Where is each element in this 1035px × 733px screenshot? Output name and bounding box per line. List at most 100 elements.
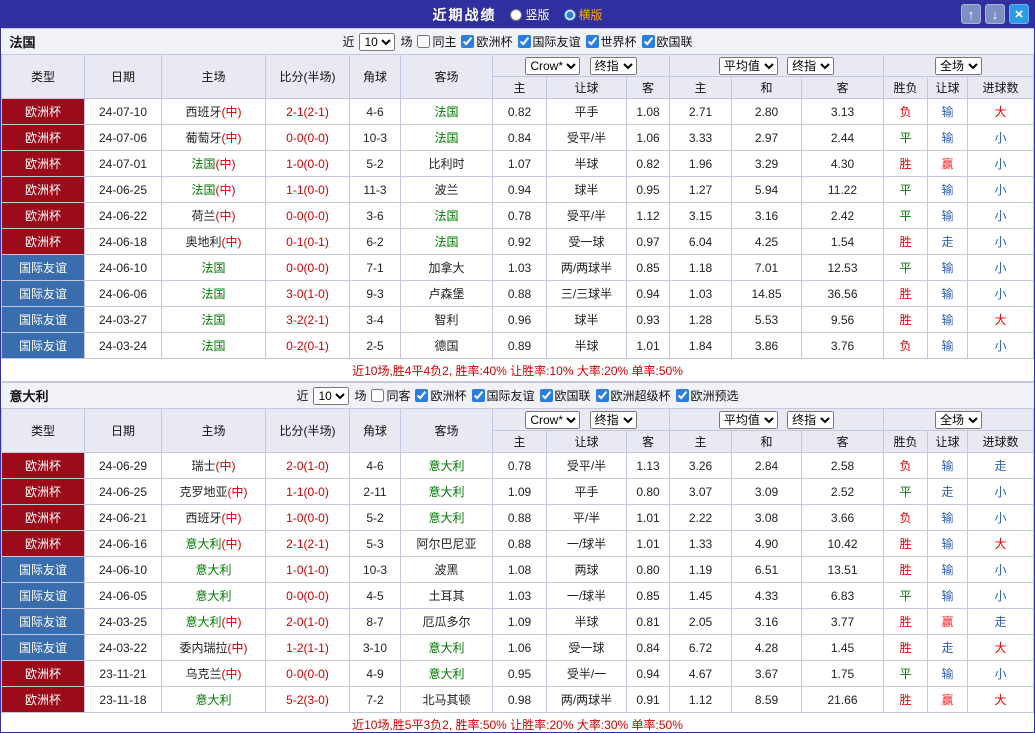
same-venue-option[interactable]: 同主: [417, 33, 456, 50]
league-filter-option[interactable]: 世界杯: [586, 33, 637, 50]
league-checkbox[interactable]: [586, 35, 599, 48]
team-name: 意大利: [185, 615, 221, 629]
euro-home-odds-cell: 1.18: [670, 255, 732, 281]
score-cell: 2-1(2-1): [266, 531, 350, 557]
euro-home-odds-cell: 1.33: [670, 531, 732, 557]
home-team-cell: 意大利(中): [162, 609, 266, 635]
goals-result-cell: 小: [968, 125, 1034, 151]
scope-group: 全场: [884, 409, 1034, 431]
same-venue-option[interactable]: 同客: [371, 387, 410, 404]
league-filter-option[interactable]: 欧洲杯: [415, 387, 466, 404]
league-checkbox[interactable]: [540, 389, 553, 402]
score-cell: 0-1(0-1): [266, 229, 350, 255]
league-checkbox[interactable]: [676, 389, 689, 402]
league-filter-option[interactable]: 国际友谊: [472, 387, 535, 404]
team-name: 法国: [434, 235, 458, 249]
euro-home-odds-cell: 2.22: [670, 505, 732, 531]
window-title: 近期战绩: [432, 5, 496, 25]
handicap-result-cell: 输: [928, 125, 968, 151]
euro-draw-odds-cell: 4.28: [732, 635, 802, 661]
layout-horizontal-option[interactable]: 横版: [564, 6, 603, 23]
match-row: 欧洲杯24-07-01法国(中)1-0(0-0)5-2比利时1.07半球0.82…: [2, 151, 1034, 177]
euro-draw-odds-cell: 5.94: [732, 177, 802, 203]
result-cell: 平: [884, 125, 928, 151]
asia-home-odds-cell: 1.08: [493, 557, 547, 583]
goals-result-cell: 小: [968, 661, 1034, 687]
asia-handicap-cell: 一/球半: [547, 531, 627, 557]
euro-odds-type-select[interactable]: 终指: [787, 57, 834, 75]
team-name: 法国: [434, 105, 458, 119]
goals-result-cell: 大: [968, 635, 1034, 661]
result-cell: 平: [884, 479, 928, 505]
away-team-cell: 北马其顿: [401, 687, 493, 713]
asia-odds-type-select[interactable]: 终指: [590, 57, 637, 75]
layout-vertical-option[interactable]: 竖版: [510, 6, 549, 23]
neutral-venue-mark: (中): [222, 235, 242, 249]
col-euro-home: 主: [670, 77, 732, 99]
scope-select[interactable]: 全场: [935, 57, 982, 75]
col-score: 比分(半场): [266, 409, 350, 453]
asia-home-odds-cell: 0.88: [493, 531, 547, 557]
col-goals-result: 进球数: [968, 431, 1034, 453]
euro-draw-odds-cell: 2.97: [732, 125, 802, 151]
league-filter-option[interactable]: 欧洲预选: [676, 387, 739, 404]
league-filter-option[interactable]: 欧国联: [642, 33, 693, 50]
league-checkbox[interactable]: [518, 35, 531, 48]
handicap-result-cell: 走: [928, 479, 968, 505]
euro-away-odds-cell: 3.77: [802, 609, 884, 635]
recent-count-select[interactable]: 10: [313, 387, 349, 405]
team-name: 意大利: [185, 537, 221, 551]
asia-away-odds-cell: 0.94: [627, 281, 670, 307]
bookmaker-select[interactable]: Crow*: [525, 57, 580, 75]
league-checkbox[interactable]: [642, 35, 655, 48]
col-home: 主场: [162, 55, 266, 99]
score-cell: 0-0(0-0): [266, 583, 350, 609]
euro-odds-type-select[interactable]: 终指: [787, 411, 834, 429]
same-venue-checkbox[interactable]: [371, 389, 384, 402]
euro-avg-select[interactable]: 平均值: [719, 411, 778, 429]
horizontal-layout-radio[interactable]: [564, 9, 576, 21]
date-cell: 24-06-16: [85, 531, 162, 557]
scroll-down-button[interactable]: ↓: [985, 4, 1005, 24]
euro-draw-odds-cell: 3.67: [732, 661, 802, 687]
corners-cell: 3-4: [350, 307, 401, 333]
league-filter-option[interactable]: 欧洲杯: [461, 33, 512, 50]
league-filters: 欧洲杯国际友谊世界杯欧国联: [461, 33, 692, 50]
col-date: 日期: [85, 55, 162, 99]
bookmaker-select[interactable]: Crow*: [525, 411, 580, 429]
home-team-cell: 法国: [162, 281, 266, 307]
goals-result-cell: 大: [968, 307, 1034, 333]
recent-count-select[interactable]: 10: [359, 33, 395, 51]
asia-odds-type-select[interactable]: 终指: [590, 411, 637, 429]
league-checkbox[interactable]: [461, 35, 474, 48]
goals-result-cell: 走: [968, 453, 1034, 479]
team-name: 厄瓜多尔: [422, 615, 470, 629]
league-filter-option[interactable]: 欧洲超级杯: [596, 387, 671, 404]
type-cell: 欧洲杯: [2, 505, 85, 531]
scroll-up-button[interactable]: ↑: [961, 4, 981, 24]
neutral-venue-mark: (中): [228, 485, 248, 499]
team-name: 委内瑞拉: [179, 641, 227, 655]
scope-select[interactable]: 全场: [935, 411, 982, 429]
asia-handicap-cell: 受平/半: [547, 453, 627, 479]
away-team-cell: 智利: [401, 307, 493, 333]
team-name: 乌克兰: [185, 667, 221, 681]
same-venue-checkbox[interactable]: [417, 35, 430, 48]
vertical-layout-radio[interactable]: [510, 9, 522, 21]
goals-result-cell: 小: [968, 151, 1034, 177]
close-button[interactable]: ×: [1009, 4, 1029, 24]
section-header: 法国 近 10 场 同主 欧洲杯国际友谊世界杯欧国联: [2, 29, 1034, 55]
corners-cell: 10-3: [350, 557, 401, 583]
euro-away-odds-cell: 6.83: [802, 583, 884, 609]
euro-home-odds-cell: 1.27: [670, 177, 732, 203]
league-checkbox[interactable]: [415, 389, 428, 402]
league-filter-option[interactable]: 欧国联: [540, 387, 591, 404]
league-filter-option[interactable]: 国际友谊: [518, 33, 581, 50]
team-name: 意大利: [428, 511, 464, 525]
result-cell: 平: [884, 583, 928, 609]
league-checkbox[interactable]: [472, 389, 485, 402]
league-checkbox[interactable]: [596, 389, 609, 402]
league-label: 欧洲杯: [476, 33, 512, 50]
neutral-venue-mark: (中): [222, 537, 242, 551]
euro-avg-select[interactable]: 平均值: [719, 57, 778, 75]
